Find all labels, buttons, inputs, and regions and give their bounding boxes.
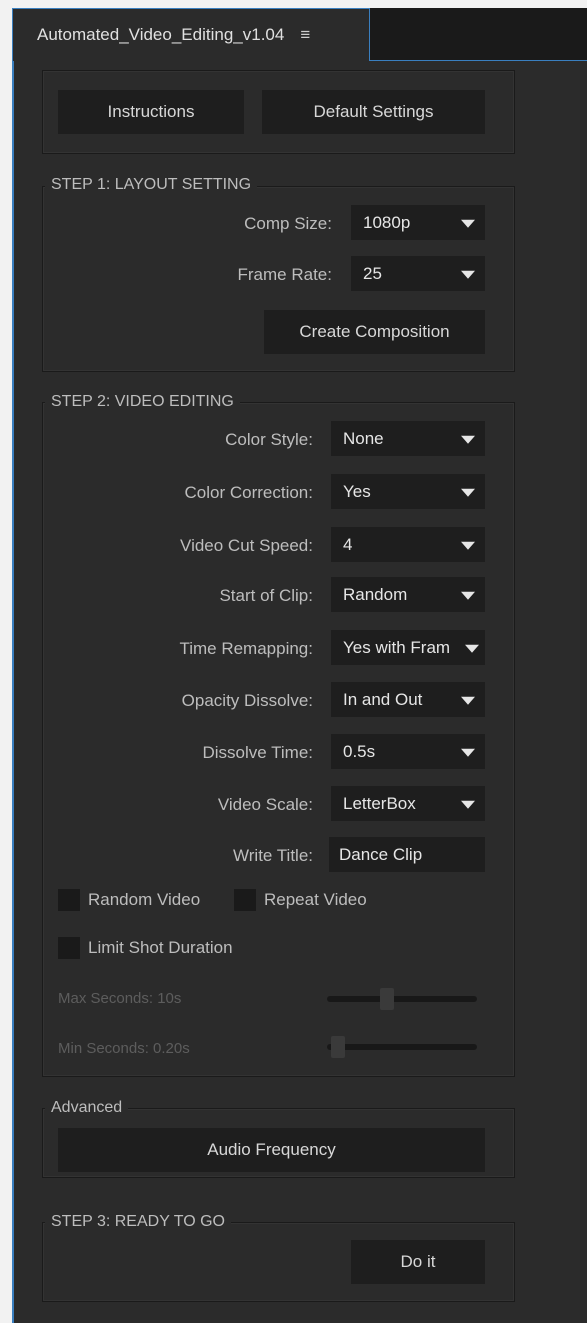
color-style-dropdown[interactable]: None: [331, 421, 485, 456]
opacity-dissolve-value: In and Out: [343, 689, 423, 709]
chevron-down-icon: [461, 270, 475, 279]
audio-frequency-button[interactable]: Audio Frequency: [58, 1128, 485, 1172]
max-seconds-label: Max Seconds: 10s: [58, 990, 182, 1007]
opacity-dissolve-label: Opacity Dissolve:: [181, 691, 313, 710]
chevron-down-icon: [461, 748, 475, 757]
create-composition-button[interactable]: Create Composition: [264, 310, 485, 354]
min-seconds-slider[interactable]: [327, 1044, 477, 1050]
do-it-button[interactable]: Do it: [351, 1240, 485, 1284]
frame-rate-label: Frame Rate:: [237, 265, 332, 284]
chevron-down-icon: [461, 696, 475, 705]
chevron-down-icon: [461, 435, 475, 444]
frame-rate-value: 25: [363, 263, 382, 283]
chevron-down-icon: [461, 488, 475, 497]
color-style-value: None: [343, 428, 384, 448]
color-correction-value: Yes: [343, 481, 371, 501]
random-video-label: Random Video: [88, 890, 201, 909]
frame-rate-dropdown[interactable]: 25: [351, 256, 485, 291]
opacity-dissolve-dropdown[interactable]: In and Out: [331, 682, 485, 717]
default-settings-button[interactable]: Default Settings: [262, 90, 485, 134]
step2-label: STEP 2: VIDEO EDITING: [45, 393, 240, 411]
video-cut-speed-value: 4: [343, 534, 353, 554]
dissolve-time-label: Dissolve Time:: [202, 743, 313, 762]
color-correction-label: Color Correction:: [184, 483, 314, 502]
dissolve-time-value: 0.5s: [343, 741, 376, 761]
chevron-down-icon: [461, 591, 475, 600]
panel-focus-border: [12, 60, 14, 1323]
time-remapping-label: Time Remapping:: [179, 639, 313, 658]
video-cut-speed-dropdown[interactable]: 4: [331, 527, 485, 562]
start-of-clip-dropdown[interactable]: Random: [331, 577, 485, 612]
step1-label: STEP 1: LAYOUT SETTING: [45, 176, 258, 194]
video-scale-label: Video Scale:: [217, 795, 313, 814]
color-style-label: Color Style:: [225, 430, 313, 449]
start-of-clip-label: Start of Clip:: [219, 586, 313, 605]
repeat-video-label: Repeat Video: [264, 890, 367, 909]
chevron-down-icon: [465, 644, 479, 653]
video-cut-speed-label: Video Cut Speed:: [180, 536, 313, 555]
write-title-label: Write Title:: [233, 846, 313, 865]
chevron-down-icon: [461, 541, 475, 550]
extension-panel-window: Automated_Video_Editing_v1.04 ≡ Instruct…: [0, 0, 587, 1323]
color-correction-dropdown[interactable]: Yes: [331, 474, 485, 509]
write-title-input[interactable]: Dance Clip: [329, 837, 485, 872]
panel-menu-icon[interactable]: ≡: [300, 25, 310, 45]
dissolve-time-dropdown[interactable]: 0.5s: [331, 734, 485, 769]
time-remapping-value: Yes with Fram: [343, 637, 451, 657]
max-seconds-slider-handle[interactable]: [380, 988, 394, 1010]
min-seconds-slider-handle[interactable]: [330, 1036, 345, 1058]
time-remapping-dropdown[interactable]: Yes with Fram: [331, 630, 485, 665]
advanced-label: Advanced: [45, 1099, 129, 1117]
panel-tab[interactable]: Automated_Video_Editing_v1.04 ≡: [12, 8, 370, 61]
comp-size-value: 1080p: [363, 212, 411, 232]
random-video-checkbox[interactable]: [58, 889, 80, 911]
min-seconds-label: Min Seconds: 0.20s: [58, 1040, 190, 1057]
video-scale-dropdown[interactable]: LetterBox: [331, 786, 485, 821]
limit-shot-duration-label: Limit Shot Duration: [88, 938, 233, 957]
limit-shot-duration-checkbox[interactable]: [58, 937, 80, 959]
comp-size-label: Comp Size:: [244, 214, 332, 233]
window-top-edge: [0, 0, 587, 8]
video-scale-value: LetterBox: [343, 793, 416, 813]
step3-label: STEP 3: READY TO GO: [45, 1213, 231, 1231]
instructions-button[interactable]: Instructions: [58, 90, 244, 134]
panel-title: Automated_Video_Editing_v1.04: [37, 25, 285, 44]
chevron-down-icon: [461, 219, 475, 228]
chevron-down-icon: [461, 800, 475, 809]
max-seconds-slider[interactable]: [327, 996, 477, 1002]
comp-size-dropdown[interactable]: 1080p: [351, 205, 485, 240]
repeat-video-checkbox[interactable]: [234, 889, 256, 911]
window-left-edge: [0, 0, 12, 1323]
start-of-clip-value: Random: [343, 584, 408, 604]
